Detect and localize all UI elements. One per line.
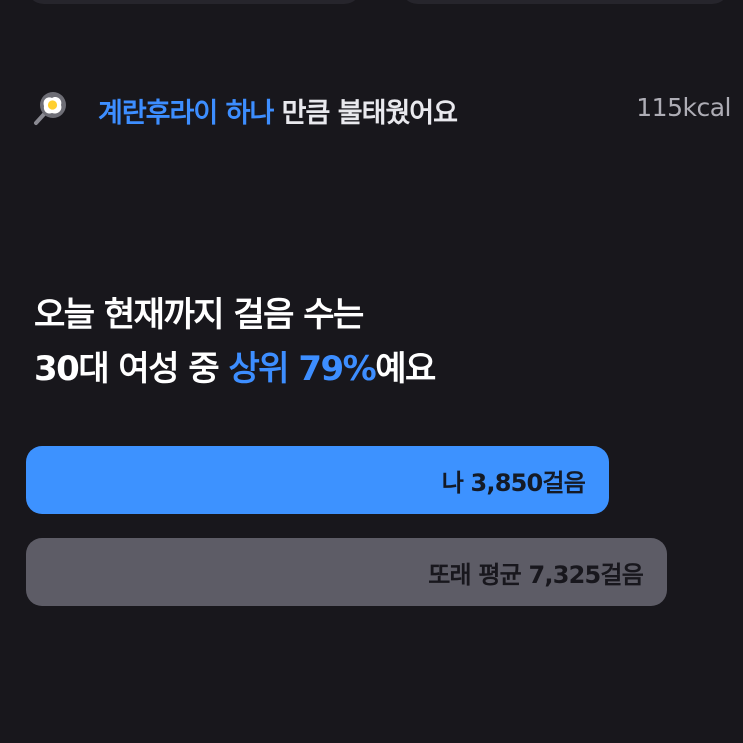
headline-line-2: 30대 여성 중 상위 79%예요 [34, 342, 436, 396]
fried-egg-icon [32, 90, 72, 126]
step-rank-headline: 오늘 현재까지 걸음 수는 30대 여성 중 상위 79%예요 [34, 288, 436, 396]
calorie-value: 115kcal [636, 93, 731, 122]
my-steps-label: 나 3,850걸음 [441, 468, 586, 497]
calorie-burn-message: 만큼 불태웠어요 [273, 98, 458, 129]
peer-average-steps-bar: 또래 평균 7,325걸음 [26, 538, 667, 606]
calorie-food-highlight: 계란후라이 하나 [98, 98, 274, 129]
headline-line-1: 오늘 현재까지 걸음 수는 [34, 295, 364, 335]
my-steps-bar: 나 3,850걸음 [26, 446, 609, 514]
top-card-right [400, 0, 730, 4]
calorie-burn-row: 계란후라이 하나 만큼 불태웠어요 115kcal [0, 84, 743, 132]
headline-prefix: 30대 여성 중 [34, 349, 229, 389]
calorie-equivalent-text: 계란후라이 하나 만큼 불태웠어요 [98, 91, 458, 130]
headline-suffix: 예요 [375, 349, 436, 389]
top-card-left [26, 0, 362, 4]
peer-average-steps-label: 또래 평균 7,325걸음 [428, 560, 644, 589]
rank-percentile: 상위 79% [228, 349, 376, 389]
